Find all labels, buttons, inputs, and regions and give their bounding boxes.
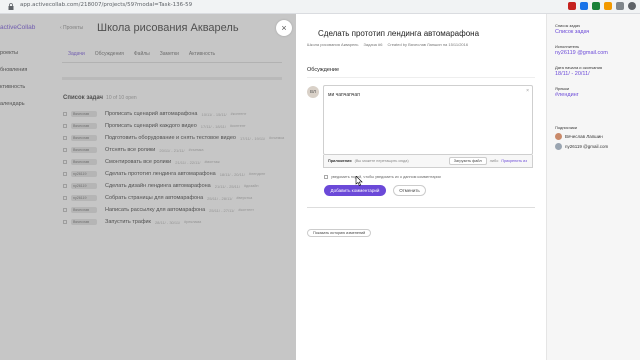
subscriber-item[interactable]: ny26119 @gmail.com: [555, 143, 608, 150]
task-modal: Сделать прототип лендинга автомарафона Ш…: [296, 14, 546, 360]
task-details-panel: Список задач Список задач Исполнитель ny…: [546, 14, 640, 360]
show-history-button[interactable]: Показать историю изменений: [307, 229, 372, 237]
subscribers-field: Подписчики Вячеслав Лапшин ny26119 @gmai…: [555, 125, 608, 150]
attachments-bar: Приложения (Вы можете перетащить сюда) З…: [323, 155, 533, 168]
attachments-or: либо: [489, 159, 499, 163]
avatar: [555, 133, 562, 140]
mouse-cursor-icon: [355, 176, 363, 186]
labels-value[interactable]: #лендинг: [555, 92, 579, 98]
attach-from-link[interactable]: Прикрепить из: [501, 159, 527, 163]
task-list-label: Список задач: [555, 23, 581, 28]
task-meta: Школа рисования Акварель Задача #6 Creat…: [307, 42, 468, 47]
comment-editor[interactable]: ми чапчапчап ×: [323, 85, 533, 155]
comment-text[interactable]: ми чапчапчап: [328, 92, 360, 98]
divider: [307, 77, 535, 78]
divider: [307, 207, 535, 208]
subscriber-name: Вячеслав Лапшин: [565, 134, 603, 139]
assignee-field: Исполнитель ny26119 @gmail.com: [555, 44, 608, 56]
subscribers-label: Подписчики: [555, 125, 578, 130]
editor-close-icon[interactable]: ×: [526, 88, 529, 94]
upload-file-button[interactable]: Загрузить файл: [448, 157, 487, 165]
extension-icon[interactable]: [604, 2, 612, 10]
attachments-label: Приложения: [328, 159, 352, 163]
lock-icon: [8, 3, 14, 10]
dates-field: Дата начала и окончания 18/11/ - 20/11/: [555, 65, 602, 77]
extension-icon[interactable]: [592, 2, 600, 10]
profile-icon[interactable]: [628, 2, 636, 10]
assignee-label: Исполнитель: [555, 44, 580, 49]
close-modal-button[interactable]: ×: [276, 20, 292, 36]
browser-extensions: [568, 2, 636, 10]
notify-checkbox[interactable]: [324, 175, 328, 179]
meta-task-number: Задача #6: [363, 42, 383, 47]
add-comment-button[interactable]: Добавить комментарий: [324, 185, 386, 196]
extension-icon[interactable]: [580, 2, 588, 10]
extension-icon[interactable]: [616, 2, 624, 10]
meta-created: Created by Вячеслав Лапшин на 15/11/2016: [387, 42, 469, 47]
notify-option[interactable]: уведомить подей, чтобы уведомить их о да…: [324, 175, 441, 179]
discussion-heading: Обсуждение: [307, 67, 340, 73]
labels-label: Ярлыки: [555, 86, 570, 91]
subscriber-item[interactable]: Вячеслав Лапшин: [555, 133, 608, 140]
dates-label: Дата начала и окончания: [555, 65, 603, 70]
assignee-value[interactable]: ny26119 @gmail.com: [555, 50, 608, 56]
task-title: Сделать прототип лендинга автомарафона: [318, 29, 480, 38]
extension-icon[interactable]: [568, 2, 576, 10]
task-list-value[interactable]: Список задач: [555, 29, 589, 35]
dates-value[interactable]: 18/11/ - 20/11/: [555, 71, 602, 77]
avatar: ВЛ: [307, 86, 319, 98]
browser-address-bar[interactable]: app.activecollab.com/218007/projects/59?…: [0, 0, 640, 14]
task-list-field: Список задач Список задач: [555, 23, 589, 35]
cancel-button[interactable]: Отменить: [393, 185, 426, 196]
avatar: [555, 143, 562, 150]
notify-text: уведомить подей, чтобы уведомить их о да…: [331, 175, 441, 179]
url-text[interactable]: app.activecollab.com/218007/projects/59?…: [20, 2, 192, 8]
attachments-hint: (Вы можете перетащить сюда): [354, 159, 409, 163]
meta-project[interactable]: Школа рисования Акварель: [307, 42, 358, 47]
labels-field: Ярлыки #лендинг: [555, 86, 579, 98]
subscriber-name: ny26119 @gmail.com: [565, 144, 609, 149]
